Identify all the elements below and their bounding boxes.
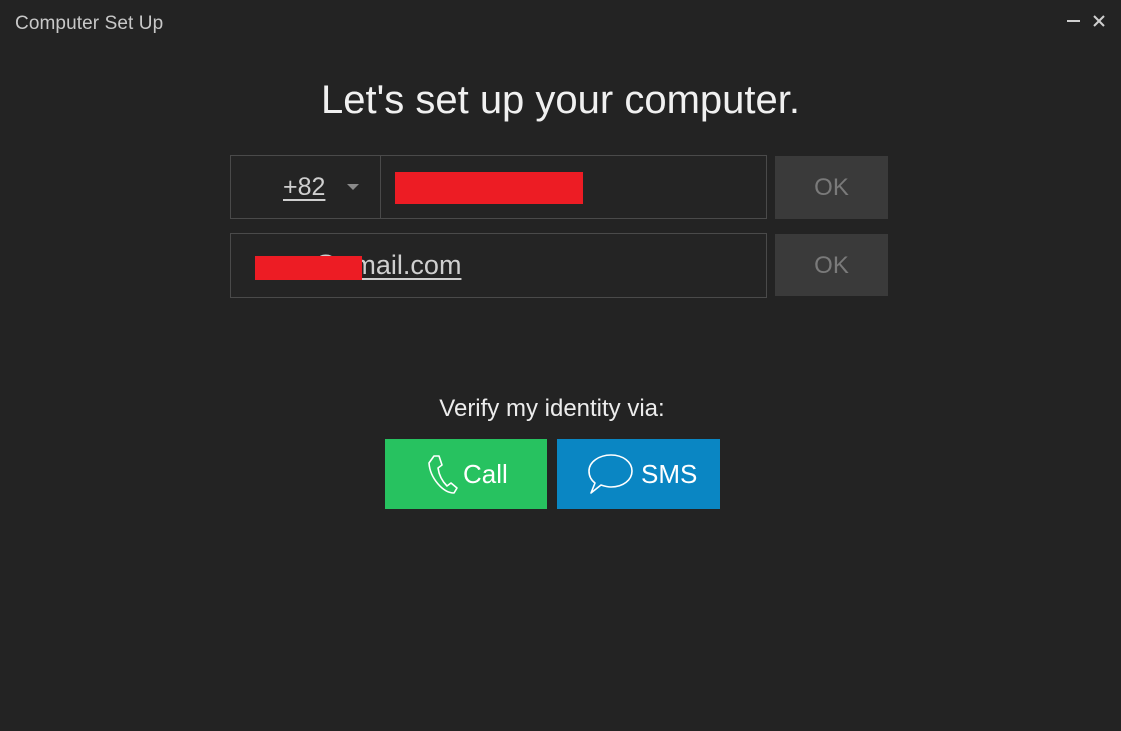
country-code-select[interactable]: +82 xyxy=(231,156,381,218)
chat-bubble-icon xyxy=(588,454,633,494)
email-ok-button[interactable]: OK xyxy=(775,234,888,296)
country-code-value: +82 xyxy=(283,173,326,201)
minimize-button[interactable] xyxy=(1063,8,1085,32)
close-icon xyxy=(1093,15,1105,27)
phone-icon xyxy=(428,455,458,494)
email-input[interactable]: @gmail.com xyxy=(230,233,767,298)
phone-field-group: +82 xyxy=(230,155,767,219)
phone-number-input[interactable] xyxy=(381,156,766,218)
call-button[interactable]: Call xyxy=(385,439,547,509)
close-button[interactable] xyxy=(1088,8,1110,32)
sms-button-label: SMS xyxy=(641,459,698,489)
redacted-email-user xyxy=(255,256,362,280)
window-title: Computer Set Up xyxy=(15,13,164,34)
sms-button[interactable]: SMS xyxy=(557,439,720,509)
page-title: Let's set up your computer. xyxy=(320,78,800,122)
call-button-label: Call xyxy=(463,459,508,489)
verify-label: Verify my identity via: xyxy=(439,395,665,422)
chevron-down-icon xyxy=(347,184,359,190)
setup-window: Computer Set Up Let's set up your comput… xyxy=(0,0,1121,731)
redacted-phone-number xyxy=(395,172,583,204)
phone-ok-button[interactable]: OK xyxy=(775,156,888,219)
minimize-icon xyxy=(1067,20,1080,22)
